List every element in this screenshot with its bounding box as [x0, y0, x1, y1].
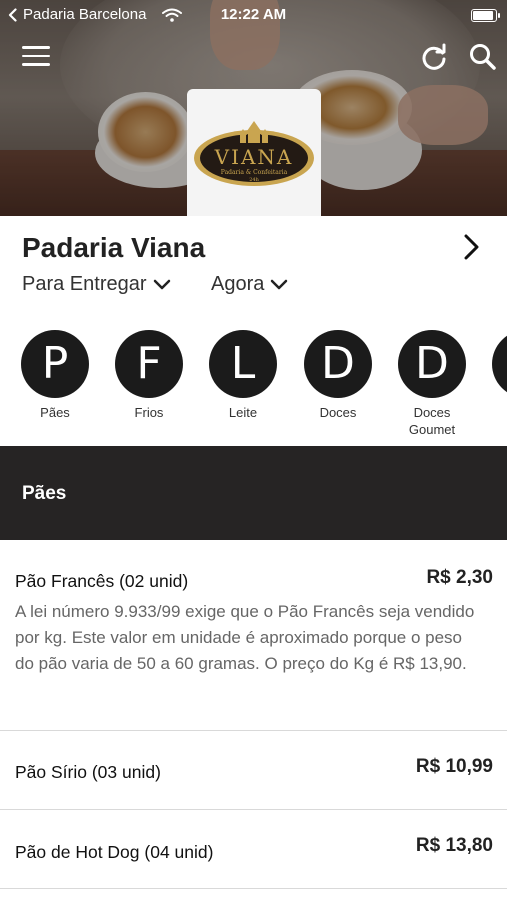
category-label: S	[479, 404, 507, 421]
hero-banner: Padaria Barcelona 12:22 AM VIANA Padaria…	[0, 0, 507, 216]
delivery-mode-selector[interactable]: Para Entregar	[22, 273, 171, 296]
category-badge: S	[492, 330, 507, 398]
chevron-right-icon[interactable]	[460, 232, 484, 262]
category-paes[interactable]: P Pães	[8, 330, 102, 421]
logo-brand: VIANA	[214, 145, 294, 169]
category-badge: D	[304, 330, 372, 398]
product-price: R$ 13,80	[415, 835, 493, 856]
product-name: Pão de Hot Dog (04 unid)	[15, 842, 214, 862]
category-badge: F	[115, 330, 183, 398]
category-label: Doces	[319, 405, 357, 420]
logo-tagline: Padaria & Confeitaria	[221, 169, 288, 176]
product-item[interactable]: Pão Francês (02 unid) R$ 2,30 A lei núme…	[0, 540, 507, 731]
product-name: Pão Sírio (03 unid)	[15, 762, 161, 782]
category-label: Doces Goumet	[408, 405, 456, 437]
battery-icon	[471, 9, 500, 22]
category-leite[interactable]: L Leite	[196, 330, 290, 421]
store-logo: VIANA Padaria & Confeitaria 24h	[187, 89, 321, 216]
section-header: Pães	[0, 446, 507, 540]
category-label: Pães	[40, 405, 70, 420]
category-carousel[interactable]: P Pães F Frios L Leite D Doces D Doces G…	[0, 330, 507, 442]
category-badge: P	[21, 330, 89, 398]
search-icon[interactable]	[468, 42, 498, 72]
refresh-icon[interactable]	[418, 42, 450, 74]
time-mode-label: Agora	[211, 273, 265, 295]
category-badge: L	[209, 330, 277, 398]
category-badge: D	[398, 330, 466, 398]
product-item[interactable]: Pão Sírio (03 unid) R$ 10,99	[0, 731, 507, 810]
product-item[interactable]: Pão de Hot Dog (04 unid) R$ 13,80	[0, 810, 507, 889]
product-price: R$ 10,99	[415, 756, 493, 777]
product-name: Pão Francês (02 unid)	[15, 571, 189, 591]
category-doces-goumet[interactable]: D Doces Goumet	[385, 330, 479, 438]
chevron-down-icon	[271, 279, 288, 289]
category-frios[interactable]: F Frios	[102, 330, 196, 421]
section-title: Pães	[22, 483, 67, 504]
product-description: A lei número 9.933/99 exige que o Pão Fr…	[15, 602, 475, 673]
time-selector[interactable]: Agora	[211, 273, 288, 296]
status-time: 12:22 AM	[220, 6, 287, 23]
category-partial[interactable]: S S	[479, 330, 507, 421]
logo-hours: 24h	[249, 177, 259, 183]
category-label: Leite	[228, 405, 258, 420]
category-doces[interactable]: D Doces	[291, 330, 385, 421]
status-bar: Padaria Barcelona 12:22 AM	[0, 0, 507, 30]
store-name: Padaria Viana	[22, 232, 206, 263]
chevron-down-icon	[153, 279, 170, 289]
delivery-mode-label: Para Entregar	[22, 273, 147, 295]
product-price: R$ 2,30	[426, 567, 493, 588]
category-label: Frios	[134, 405, 164, 420]
hamburger-menu-icon[interactable]	[22, 46, 50, 68]
